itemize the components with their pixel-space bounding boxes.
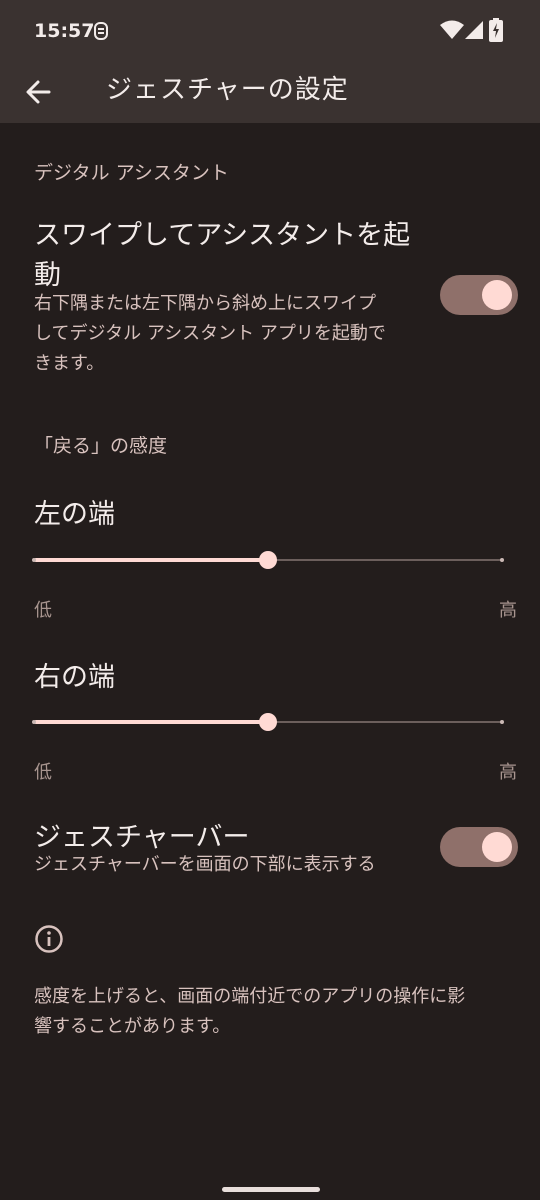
left-edge-low-label: 低 <box>34 600 52 621</box>
slider-track-active <box>34 720 268 724</box>
status-time: 15:57 <box>34 20 95 42</box>
battery-charging-icon <box>489 18 503 42</box>
gesture-bar-summary: ジェスチャーバーを画面の下部に表示する <box>34 854 376 875</box>
swipe-assistant-summary-line2: してデジタル アシスタント アプリを起動で <box>34 323 386 344</box>
section-header-assistant: デジタル アシスタント <box>34 162 229 184</box>
gesture-bar-title: ジェスチャーバー <box>34 822 250 853</box>
arrow-back-icon <box>26 80 51 104</box>
wifi-icon <box>440 20 464 39</box>
swipe-assistant-summary-line3: きます。 <box>34 353 105 374</box>
right-edge-high-label: 高 <box>499 762 517 783</box>
gesture-bar-switch[interactable] <box>440 827 518 867</box>
slider-thumb[interactable] <box>259 713 277 731</box>
swipe-assistant-title: スワイプしてアシスタントを起 動 <box>34 216 410 296</box>
footer-text-line2: 響することがあります。 <box>34 1016 231 1037</box>
back-button[interactable] <box>20 70 60 114</box>
swipe-assistant-title-line1: スワイプしてアシスタントを起 <box>34 220 411 251</box>
swipe-assistant-summary-line1: 右下隅または左下隅から斜め上にスワイプ <box>34 293 376 314</box>
gesture-navigation-handle[interactable] <box>222 1187 320 1192</box>
slider-tick-end <box>500 720 504 724</box>
right-edge-low-label: 低 <box>34 762 52 783</box>
left-edge-title: 左の端 <box>34 499 115 530</box>
switch-thumb <box>482 280 512 310</box>
slider-tick-end <box>500 558 504 562</box>
slider-tick-start <box>32 558 36 562</box>
slider-tick-start <box>32 720 36 724</box>
status-bar: 15:57 <box>0 0 540 62</box>
section-header-back-sensitivity: 「戻る」の感度 <box>34 435 168 457</box>
switch-thumb <box>482 832 512 862</box>
left-edge-high-label: 高 <box>499 600 517 621</box>
app-bar: ジェスチャーの設定 <box>0 62 540 123</box>
footer-info-text: 感度を上げると、画面の端付近でのアプリの操作に影 響することがあります。 <box>34 982 514 1042</box>
right-edge-slider[interactable] <box>32 707 504 737</box>
info-icon <box>35 925 63 953</box>
footer-text-line1: 感度を上げると、画面の端付近でのアプリの操作に影 <box>34 986 466 1007</box>
swipe-assistant-summary: 右下隅または左下隅から斜め上にスワイプ してデジタル アシスタント アプリを起動… <box>34 289 386 379</box>
right-edge-title: 右の端 <box>34 662 115 693</box>
signal-icon <box>465 21 483 39</box>
left-edge-slider[interactable] <box>32 545 504 575</box>
slider-thumb[interactable] <box>259 551 277 569</box>
slider-track-active <box>34 558 268 562</box>
page-title: ジェスチャーの設定 <box>106 75 349 105</box>
notification-icon <box>94 22 108 40</box>
swipe-assistant-switch[interactable] <box>440 275 518 315</box>
